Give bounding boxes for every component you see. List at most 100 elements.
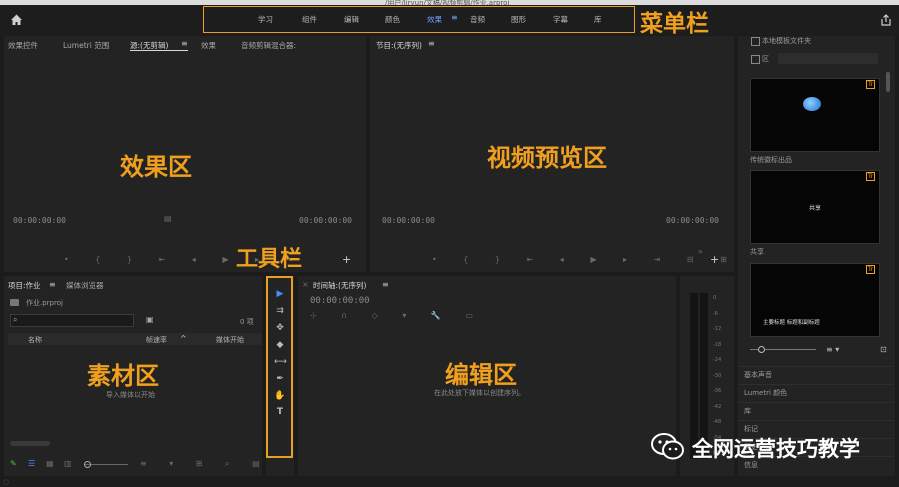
tab-effects[interactable]: 效果 bbox=[201, 40, 216, 51]
wechat-logo-icon bbox=[650, 432, 686, 462]
new-item-icon[interactable]: ⊡ bbox=[880, 345, 887, 354]
zoom-slider-handle[interactable] bbox=[84, 461, 91, 468]
section-essential-sound[interactable]: 基本声音 bbox=[738, 366, 894, 383]
tab-timeline[interactable]: 时间轴:(无序列) bbox=[313, 280, 366, 291]
menu-item-libraries[interactable]: 库 bbox=[594, 14, 602, 25]
search-icon: ⌕ bbox=[13, 315, 18, 324]
program-add-icon[interactable]: + bbox=[710, 253, 719, 266]
project-scrollbar[interactable] bbox=[10, 441, 50, 446]
timeline-menu-icon[interactable]: ≡ bbox=[382, 280, 389, 289]
project-item-count: 0 项 bbox=[240, 318, 254, 326]
thumb-size-handle[interactable] bbox=[758, 346, 765, 353]
template-thumb-logo[interactable] bbox=[750, 78, 880, 152]
column-frame-rate[interactable]: 帧速率 bbox=[146, 335, 167, 345]
template-caption: 传统徽标出品 bbox=[750, 156, 792, 164]
tab-project[interactable]: 项目:作业 bbox=[8, 280, 41, 291]
meter-tick: -12 bbox=[713, 326, 722, 332]
slip-tool-icon[interactable]: ⟷ bbox=[274, 357, 287, 367]
template-inner-text: 共享 bbox=[809, 205, 822, 212]
sort-menu-icon[interactable]: ≡ ▾ bbox=[826, 345, 839, 354]
hand-tool-icon[interactable]: ✋ bbox=[274, 391, 286, 401]
status-icon: ◌ bbox=[3, 478, 10, 486]
meter-tick: -18 bbox=[713, 341, 722, 348]
ripple-edit-tool-icon[interactable]: ✥ bbox=[274, 323, 286, 333]
source-add-icon[interactable]: + bbox=[342, 253, 351, 266]
project-menu-icon[interactable]: ≡ bbox=[49, 280, 56, 289]
menu-item-effects[interactable]: 效果 bbox=[427, 14, 442, 25]
project-file-name: 作业.prproj bbox=[26, 299, 63, 307]
home-icon[interactable] bbox=[10, 13, 23, 26]
meter-tick: -42 bbox=[713, 403, 722, 410]
source-settings-icon[interactable]: ▤ bbox=[164, 214, 172, 223]
source-timecode-left[interactable]: 00:00:00:00 bbox=[13, 216, 66, 225]
new-bin-filter-icon[interactable]: ▣ bbox=[146, 315, 154, 324]
menu-item-assembly[interactable]: 组件 bbox=[302, 14, 317, 25]
edit-area-annotation: 编辑区 bbox=[445, 361, 517, 389]
program-transport-controls[interactable]: • { } ⇤ ◂ ▶ ▸ ⇥ ⊟ ⊞ ◎ bbox=[432, 255, 772, 264]
menu-item-captions[interactable]: 字幕 bbox=[553, 14, 568, 25]
source-menu-icon[interactable]: ≡ bbox=[181, 39, 188, 48]
project-search-input[interactable] bbox=[10, 314, 134, 327]
checkbox-area[interactable] bbox=[751, 55, 760, 64]
sort-ascending-icon[interactable]: ^ bbox=[180, 334, 187, 343]
menu-item-learn[interactable]: 学习 bbox=[258, 14, 273, 25]
status-bar bbox=[0, 479, 899, 487]
tools-highlight-box bbox=[266, 276, 293, 458]
template-thumb-share[interactable]: 共享 bbox=[750, 170, 880, 244]
tab-program[interactable]: 节目:(无序列) bbox=[376, 40, 422, 51]
meter-tick: 0 bbox=[713, 295, 717, 301]
menu-item-audio[interactable]: 音频 bbox=[470, 14, 485, 25]
program-menu-icon[interactable]: ≡ bbox=[428, 39, 435, 48]
active-tab-underline bbox=[130, 50, 188, 51]
timeline-timecode[interactable]: 00:00:00:00 bbox=[310, 296, 370, 306]
preview-area-annotation: 视频预览区 bbox=[487, 144, 607, 172]
template-caption: 共享 bbox=[750, 248, 764, 256]
timeline-close-icon[interactable]: × bbox=[302, 280, 309, 289]
menu-item-graphics[interactable]: 图形 bbox=[511, 14, 526, 25]
template-thumb-title[interactable]: 主要标题 标题和副标题 bbox=[750, 263, 880, 337]
meter-tick: -6 bbox=[713, 310, 718, 317]
meter-tick: -48 bbox=[713, 419, 722, 425]
import-media-hint: 导入媒体以开始 bbox=[106, 391, 155, 399]
menu-item-color[interactable]: 颜色 bbox=[385, 14, 400, 25]
source-timecode-right[interactable]: 00:00:00:00 bbox=[299, 216, 352, 225]
menu-annotation: 菜单栏 bbox=[640, 11, 709, 37]
template-badge: Tr bbox=[866, 172, 876, 181]
folder-icon bbox=[10, 299, 19, 306]
selection-tool-icon[interactable]: ▶ bbox=[274, 289, 286, 299]
column-media-start[interactable]: 媒体开始 bbox=[216, 335, 244, 345]
freeform-view-icon[interactable]: ▥ bbox=[64, 459, 72, 468]
icon-view-icon[interactable]: ▦ bbox=[46, 459, 54, 468]
checkbox-local-templates[interactable] bbox=[751, 37, 760, 46]
menu-item-edit[interactable]: 编辑 bbox=[344, 14, 359, 25]
template-badge: Tr bbox=[866, 80, 876, 89]
razor-tool-icon[interactable]: ◆ bbox=[274, 340, 286, 350]
watermark-text: 全网运营技巧教学 bbox=[692, 437, 860, 461]
meter-tick: -30 bbox=[713, 372, 722, 379]
tab-effect-controls[interactable]: 效果控件 bbox=[8, 40, 38, 51]
program-timecode-left[interactable]: 00:00:00:00 bbox=[382, 216, 435, 225]
program-expand-icon[interactable]: » bbox=[698, 247, 703, 256]
checkbox-local-templates-label: 本地模板文件夹 bbox=[762, 37, 811, 45]
template-dropdown[interactable] bbox=[778, 53, 878, 64]
share-icon[interactable] bbox=[880, 14, 892, 26]
template-badge: Tr bbox=[866, 265, 876, 274]
timeline-toolbar-icons[interactable]: ⊹ ∩ ◇ ▾ 🔧 ▭ bbox=[310, 311, 484, 320]
menu-more-icon[interactable]: ≡ bbox=[451, 13, 458, 22]
program-timecode-right[interactable]: 00:00:00:00 bbox=[666, 216, 719, 225]
tab-lumetri-scopes[interactable]: Lumetri 范围 bbox=[63, 40, 109, 51]
tab-media-browser[interactable]: 媒体浏览器 bbox=[66, 280, 104, 291]
list-view-icon[interactable]: ☰ bbox=[28, 459, 35, 468]
meter-tick: -24 bbox=[713, 357, 722, 363]
section-lumetri-color[interactable]: Lumetri 颜色 bbox=[738, 384, 894, 401]
track-select-tool-icon[interactable]: ⇉ bbox=[274, 306, 286, 316]
type-tool-icon[interactable]: T bbox=[274, 407, 286, 417]
tab-audio-clip-mixer[interactable]: 音频剪辑混合器: bbox=[241, 40, 296, 51]
pen-icon[interactable]: ✎ bbox=[10, 459, 17, 468]
column-name[interactable]: 名称 bbox=[28, 335, 42, 345]
right-scrollbar[interactable] bbox=[886, 72, 890, 92]
section-libraries[interactable]: 库 bbox=[738, 402, 894, 419]
template-inner-text: 主要标题 标题和副标题 bbox=[763, 320, 820, 326]
pen-tool-icon[interactable]: ✒ bbox=[274, 374, 286, 384]
checkbox-area-label: 区 bbox=[762, 55, 769, 63]
